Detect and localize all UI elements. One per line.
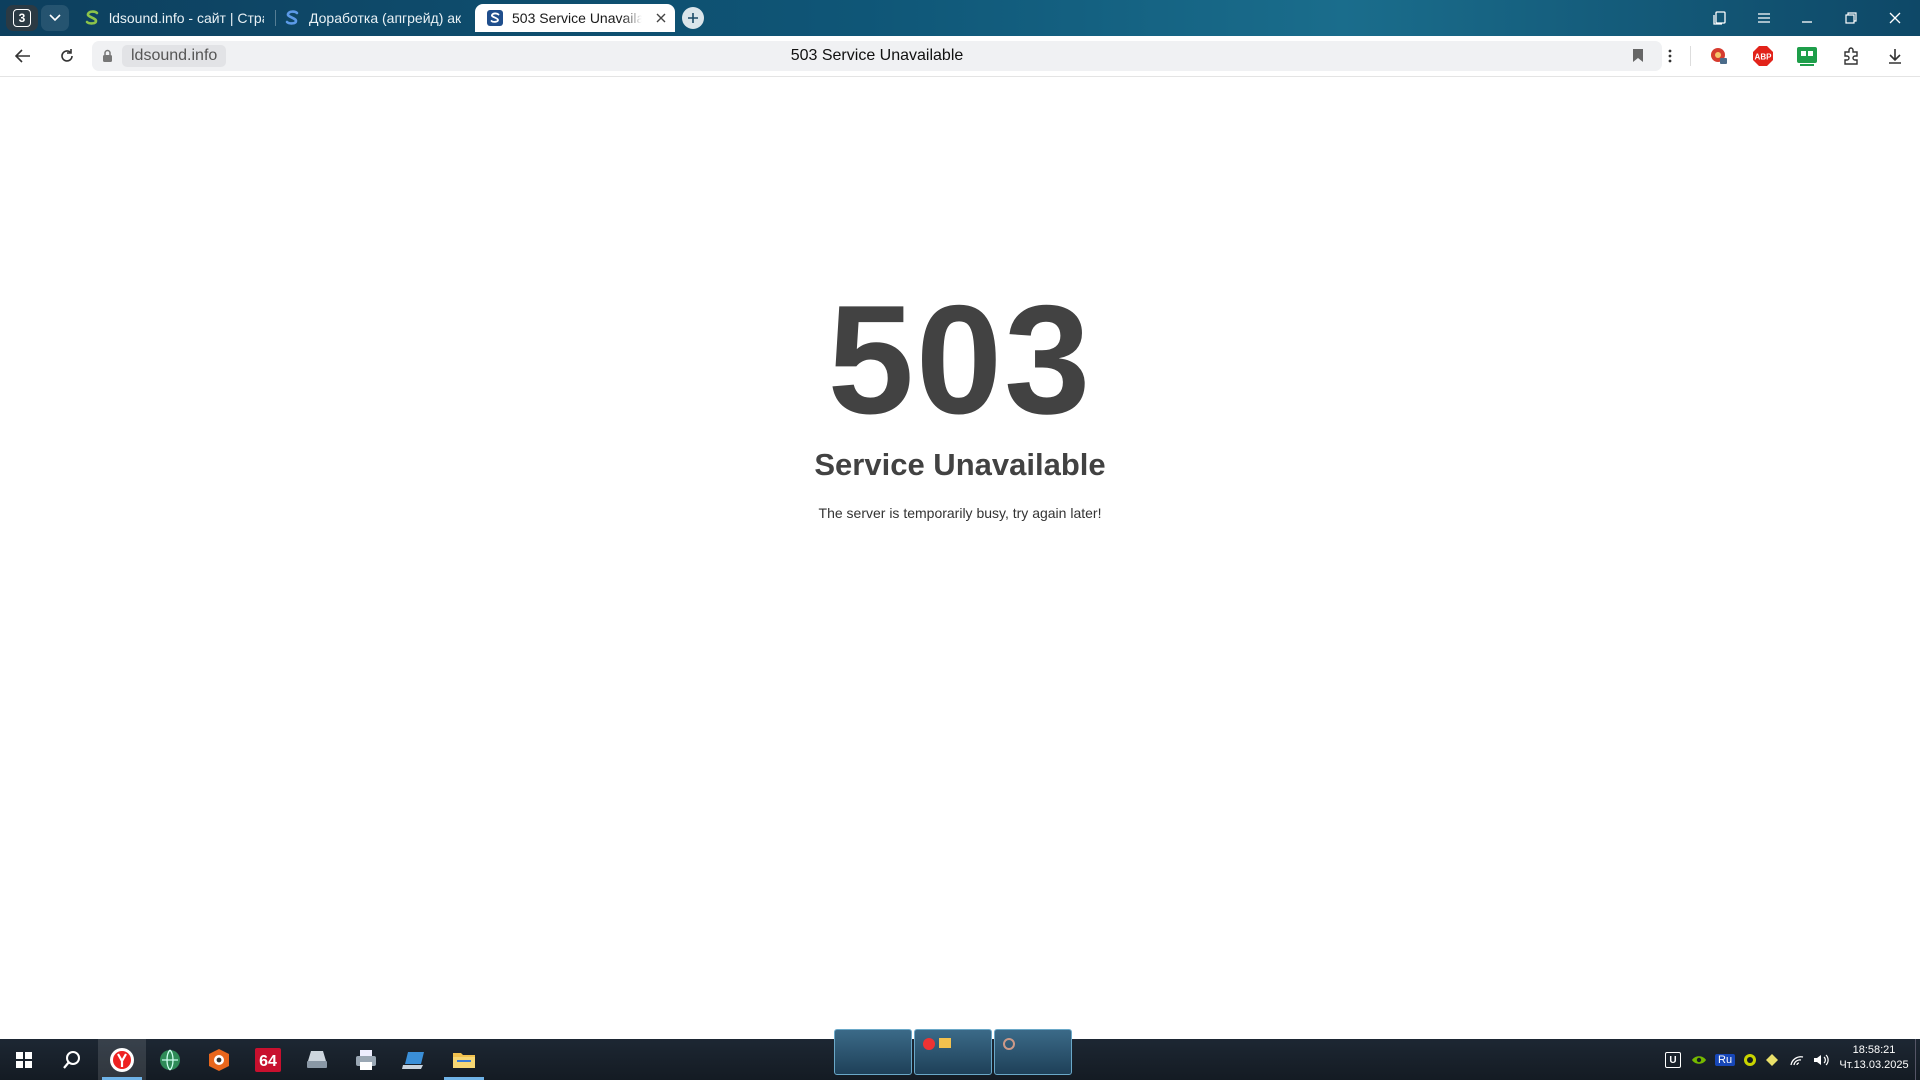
taskbar-clock[interactable]: 18:58:21 Чт.13.03.2025 [1834,1043,1914,1073]
taskbar-yandex-browser[interactable] [98,1039,146,1080]
tray-green-icon[interactable] [1743,1053,1757,1067]
error-title: Service Unavailable [814,447,1106,482]
tab-title: ldsound.info - сайт | Стра [109,10,264,26]
collections-button[interactable] [1702,6,1738,30]
tray-u-icon[interactable]: U [1665,1052,1681,1068]
close-tab-icon[interactable] [655,11,667,27]
hamburger-icon [1758,13,1770,23]
tab-title: 503 Service Unavailable [512,10,642,26]
folder-thumb-icon [939,1038,951,1048]
reload-icon [61,49,73,62]
extension-translator[interactable] [1705,42,1733,70]
folder-icon [453,1052,475,1068]
gear-thumb-icon [1003,1038,1015,1050]
taskbar-app-avast[interactable] [195,1039,243,1080]
clock-time: 18:58:21 [1852,1044,1896,1056]
window-thumbnail[interactable] [834,1029,912,1075]
minimize-icon [1802,21,1812,23]
tab-upgrade-article[interactable]: Доработка (апгрейд) ак [284,4,464,32]
ldsound-s-icon [84,10,100,26]
language-indicator[interactable]: Ru [1715,1054,1736,1066]
taskbar-app-aida64[interactable]: 64 [244,1039,292,1080]
browser-thumb-icon [923,1038,935,1050]
system-tray: U Ru [1665,1049,1829,1071]
restore-button[interactable] [1833,6,1869,30]
abp-extension-icon: ABP [1753,46,1773,66]
svg-text:64: 64 [259,1053,277,1070]
tab-503-active[interactable]: 503 Service Unavailable [475,4,675,32]
bookmark-icon[interactable] [1632,48,1644,68]
nvidia-icon[interactable] [1691,1054,1707,1066]
taskbar-file-explorer[interactable] [440,1039,488,1080]
windows-logo-icon [16,1051,32,1068]
tab-separator [275,10,276,26]
scanner-icon [307,1050,327,1068]
window-thumbnail[interactable] [994,1029,1072,1075]
page-viewport [0,77,1920,1039]
clock-date: Чт.13.03.2025 [1839,1059,1909,1071]
minimize-button[interactable] [1789,6,1825,30]
ldsound-s-icon [284,10,300,26]
close-window-button[interactable] [1877,6,1913,30]
extension-green[interactable] [1793,42,1821,70]
extensions-button[interactable] [1837,42,1865,70]
taskbar-app-laptop[interactable] [391,1039,439,1080]
tray-diamond-icon[interactable] [1765,1053,1779,1067]
start-button[interactable] [0,1039,48,1080]
more-button[interactable] [1656,42,1684,70]
plus-icon [688,13,698,23]
error-code: 503 [827,273,1093,446]
extension-adblock[interactable]: ABP [1749,42,1777,70]
restore-icon [1845,12,1857,24]
address-bar[interactable]: ldsound.info 503 Service Unavailable [92,41,1662,71]
tab-strip: 3 ldsound.info - сайт | Стра Доработка (… [0,0,1920,36]
yandex-browser-icon [110,1047,134,1072]
svg-text:ABP: ABP [1755,53,1773,62]
volume-icon[interactable] [1813,1053,1829,1067]
error-message: The server is temporarily busy, try agai… [818,505,1102,521]
translator-extension-icon [1711,48,1727,64]
tab-list-button[interactable] [41,5,69,31]
chevron-down-icon [49,14,61,22]
tab-counter-label: 3 [13,9,31,27]
downloads-button[interactable] [1881,42,1909,70]
taskbar-app-printer[interactable] [342,1039,390,1080]
search-button[interactable] [48,1039,96,1080]
eye-app-icon [209,1048,229,1071]
browser-toolbar: ldsound.info 503 Service Unavailable ABP [0,36,1920,77]
show-desktop-button[interactable] [1915,1039,1920,1080]
window-thumbnail[interactable] [914,1029,992,1075]
printer-icon [356,1049,376,1070]
taskbar-window-thumbnails [834,1029,1072,1075]
wifi-icon[interactable] [1789,1053,1805,1067]
green-extension-icon [1797,47,1817,66]
tab-title: Доработка (апгрейд) ак [309,10,462,26]
tab-counter-button[interactable]: 3 [6,5,38,31]
more-vertical-icon [1668,49,1672,63]
bookmarks-panel-icon [1713,11,1726,25]
new-tab-button[interactable] [682,7,704,29]
tab-ldsound-site[interactable]: ldsound.info - сайт | Стра [84,4,264,32]
search-icon [63,1050,80,1069]
back-button[interactable] [9,42,37,70]
ldsound-s-icon [487,10,503,26]
close-icon [1889,12,1901,24]
laptop-icon [402,1051,424,1069]
page-title-in-address: 503 Service Unavailable [790,47,964,64]
taskbar-app-globe[interactable] [146,1039,194,1080]
aida64-icon: 64 [255,1047,281,1072]
globe-app-icon [160,1049,180,1070]
download-icon [1889,49,1901,64]
toolbar-divider [1690,46,1691,66]
puzzle-icon [1844,47,1858,65]
reload-button[interactable] [53,42,81,70]
taskbar-app-scanner[interactable] [293,1039,341,1080]
arrow-left-icon [15,49,30,63]
menu-button[interactable] [1746,6,1782,30]
